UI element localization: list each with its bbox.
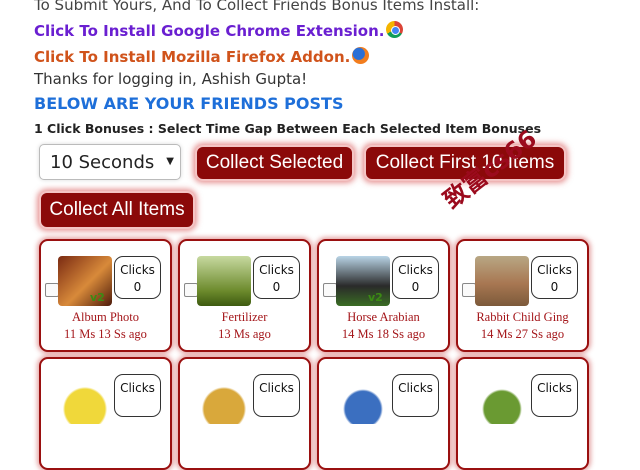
clicks-value: 0	[411, 280, 420, 294]
item-image	[336, 374, 390, 424]
select-checkbox[interactable]	[323, 283, 337, 297]
collect-selected-button[interactable]: Collect Selected	[195, 145, 354, 181]
bonus-card[interactable]: v2 Clicks 0 Album Photo 11 Ms 13 Ss ago	[39, 239, 172, 352]
item-name[interactable]: Horse Arabian	[319, 310, 448, 325]
select-checkbox[interactable]	[45, 283, 59, 297]
item-image	[475, 374, 529, 424]
clicks-label: Clicks	[398, 381, 433, 395]
coins-image	[58, 374, 112, 424]
item-time: 14 Ms 27 Ss ago	[480, 327, 565, 341]
clicks-counter: Clicks	[392, 374, 439, 417]
bonus-note: 1 Click Bonuses : Select Time Gap Betwee…	[34, 121, 542, 136]
clicks-value: 0	[550, 280, 559, 294]
clicks-label: Clicks	[398, 263, 433, 277]
bonus-card[interactable]: Clicks 0 Fertilizer 13 Ms ago	[178, 239, 311, 352]
firefox-link-label: Click To Install Mozilla Firefox Addon.	[34, 48, 351, 66]
clicks-counter: Clicks	[114, 374, 161, 417]
clicks-counter: Clicks 0	[531, 256, 578, 299]
item-time: 11 Ms 13 Ss ago	[64, 327, 147, 341]
bonus-card[interactable]: Clicks	[317, 357, 450, 470]
friends-posts-heading: BELOW ARE YOUR FRIENDS POSTS	[34, 94, 344, 113]
time-gap-select[interactable]: 10 Seconds ▼	[39, 144, 181, 180]
install-instructions: To Submit Yours, And To Collect Friends …	[34, 0, 480, 14]
clicks-label: Clicks	[537, 381, 572, 395]
clicks-label: Clicks	[120, 381, 155, 395]
version-badge: v2	[368, 291, 383, 304]
clicks-counter: Clicks	[531, 374, 578, 417]
clicks-counter: Clicks 0	[253, 256, 300, 299]
clicks-label: Clicks	[259, 381, 294, 395]
clicks-counter: Clicks	[253, 374, 300, 417]
chrome-icon	[386, 21, 404, 38]
select-checkbox[interactable]	[184, 283, 198, 297]
select-checkbox[interactable]	[462, 283, 476, 297]
clicks-label: Clicks	[537, 263, 572, 277]
bonus-card[interactable]: v2 Clicks 0 Horse Arabian 14 Ms 18 Ss ago	[317, 239, 450, 352]
clicks-label: Clicks	[120, 263, 155, 277]
coins-image	[197, 374, 251, 424]
bonus-card[interactable]: Clicks 0 Rabbit Child Ging 14 Ms 27 Ss ag…	[456, 239, 589, 352]
rabbit-image	[475, 256, 529, 306]
time-gap-value: 10 Seconds	[50, 152, 155, 173]
login-greeting: Thanks for logging in, Ashish Gupta!	[34, 70, 308, 88]
version-badge: v2	[90, 291, 105, 304]
clicks-value: 0	[133, 280, 142, 294]
bonus-card[interactable]: Clicks	[39, 357, 172, 470]
item-name[interactable]: Album Photo	[41, 310, 170, 325]
item-name[interactable]: Rabbit Child Ging	[458, 310, 587, 325]
clicks-value: 0	[272, 280, 281, 294]
firefox-icon	[352, 47, 370, 64]
chevron-down-icon: ▼	[166, 156, 174, 167]
item-name[interactable]: Fertilizer	[180, 310, 309, 325]
firefox-addon-link[interactable]: Click To Install Mozilla Firefox Addon.	[34, 47, 370, 66]
clicks-label: Clicks	[259, 263, 294, 277]
bonus-card[interactable]: Clicks	[456, 357, 589, 470]
clicks-counter: Clicks 0	[114, 256, 161, 299]
bonus-card[interactable]: Clicks	[178, 357, 311, 470]
chrome-link-label: Click To Install Google Chrome Extension…	[34, 22, 385, 40]
item-time: 13 Ms ago	[218, 327, 271, 341]
chrome-extension-link[interactable]: Click To Install Google Chrome Extension…	[34, 21, 404, 40]
fertilizer-image	[197, 256, 251, 306]
item-time: 14 Ms 18 Ss ago	[341, 327, 426, 341]
collect-all-button[interactable]: Collect All Items	[39, 191, 195, 229]
clicks-counter: Clicks 0	[392, 256, 439, 299]
